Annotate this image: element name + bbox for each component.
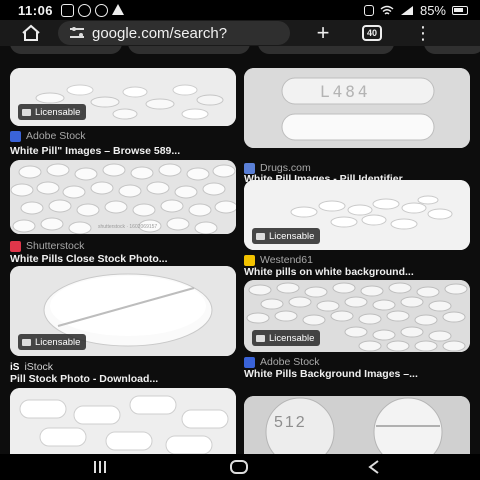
licensable-badge: Licensable	[252, 228, 321, 244]
signal-icon	[400, 5, 413, 15]
result-title[interactable]: Pill Stock Photo - Download...	[10, 373, 236, 385]
result-card[interactable]: shutterstock · 1602069157 Shutterstock W…	[10, 160, 236, 265]
shutterstock-icon	[10, 240, 21, 252]
warning-icon	[112, 3, 125, 15]
status-time: 11:06	[18, 2, 54, 18]
result-source: Adobe Stock	[10, 130, 86, 142]
result-thumbnail[interactable]: Licensable	[10, 68, 236, 126]
alarm-icon	[363, 4, 374, 16]
home-icon	[22, 24, 40, 41]
result-thumbnail[interactable]: 512	[244, 396, 470, 454]
image-icon	[256, 334, 265, 342]
status-bar: 11:06 85%	[0, 0, 480, 20]
instagram-icon	[78, 3, 92, 17]
image-icon	[256, 232, 265, 240]
pill-imprint: 512	[274, 414, 307, 431]
filter-chip[interactable]	[128, 46, 250, 54]
back-button[interactable]	[368, 460, 380, 474]
pills-photo	[10, 160, 236, 234]
filter-chip[interactable]	[258, 46, 394, 54]
result-card[interactable]: Licensable Adobe Stock White Pills Backg…	[244, 280, 470, 380]
url-text: google.com/search?	[92, 24, 228, 42]
filter-chip[interactable]	[10, 46, 122, 54]
tab-count: 40	[366, 28, 377, 38]
result-thumbnail[interactable]	[10, 388, 236, 454]
system-navigation-bar	[0, 454, 480, 480]
home-button[interactable]	[18, 20, 44, 46]
site-info-icon[interactable]	[70, 27, 84, 38]
result-card[interactable]	[10, 388, 236, 454]
instagram-icon-2	[95, 3, 109, 17]
wifi-icon	[380, 5, 394, 15]
watermark: shutterstock · 1602069157	[98, 224, 158, 230]
result-source: Shutterstock	[10, 240, 84, 252]
result-title[interactable]: White Pills Background Images –...	[244, 368, 470, 380]
battery-percent: 85%	[419, 2, 446, 18]
pills-photo	[244, 68, 470, 148]
result-thumbnail[interactable]: Licensable	[244, 180, 470, 250]
battery-icon	[452, 5, 468, 15]
new-tab-button[interactable]: +	[312, 21, 334, 45]
filter-chip[interactable]	[424, 46, 480, 54]
result-source: Adobe Stock	[244, 356, 320, 368]
result-card[interactable]: Licensable iS iStock Pill Stock Photo - D…	[10, 266, 236, 385]
result-thumbnail[interactable]: Licensable	[10, 266, 236, 356]
pills-photo	[10, 388, 236, 454]
image-icon	[22, 338, 31, 346]
result-thumbnail[interactable]: L484	[244, 68, 470, 148]
result-title[interactable]: White pills on white background...	[244, 266, 470, 278]
result-title[interactable]: White Pills Close Stock Photo...	[10, 253, 236, 265]
recent-apps-button[interactable]	[94, 461, 108, 473]
istock-icon: iS	[10, 361, 20, 373]
tab-switcher-button[interactable]: 40	[362, 25, 382, 41]
licensable-badge: Licensable	[18, 334, 87, 350]
result-thumbnail[interactable]: Licensable	[244, 280, 470, 352]
address-bar[interactable]: google.com/search?	[58, 21, 290, 45]
pill-imprint: L484	[320, 82, 371, 101]
result-thumbnail[interactable]: shutterstock · 1602069157	[10, 160, 236, 234]
gallery-icon	[61, 3, 75, 17]
westend61-icon	[244, 254, 255, 266]
result-card[interactable]: L484 Drugs.com White Pill Images - Pill …	[244, 68, 470, 185]
result-source: iS iStock	[10, 361, 54, 373]
result-card[interactable]: 512	[244, 396, 470, 454]
image-results-grid: Licensable Adobe Stock White Pill" Image…	[0, 56, 480, 454]
drugs-com-icon	[244, 162, 255, 174]
notification-icons	[61, 3, 125, 17]
adobe-stock-icon	[244, 356, 255, 368]
result-source: Westend61	[244, 254, 313, 266]
adobe-stock-icon	[10, 130, 21, 142]
result-card[interactable]: Licensable Adobe Stock White Pill" Image…	[10, 68, 236, 157]
licensable-badge: Licensable	[18, 104, 87, 120]
filter-chips	[0, 46, 480, 56]
browser-toolbar: google.com/search? + 40 ⋮	[0, 20, 480, 46]
home-nav-button[interactable]	[230, 460, 248, 474]
overflow-menu-button[interactable]: ⋮	[414, 21, 432, 45]
licensable-badge: Licensable	[252, 330, 321, 346]
image-icon	[22, 108, 31, 116]
result-title[interactable]: White Pill" Images – Browse 589...	[10, 145, 236, 157]
result-card[interactable]: Licensable Westend61 White pills on whit…	[244, 180, 470, 278]
